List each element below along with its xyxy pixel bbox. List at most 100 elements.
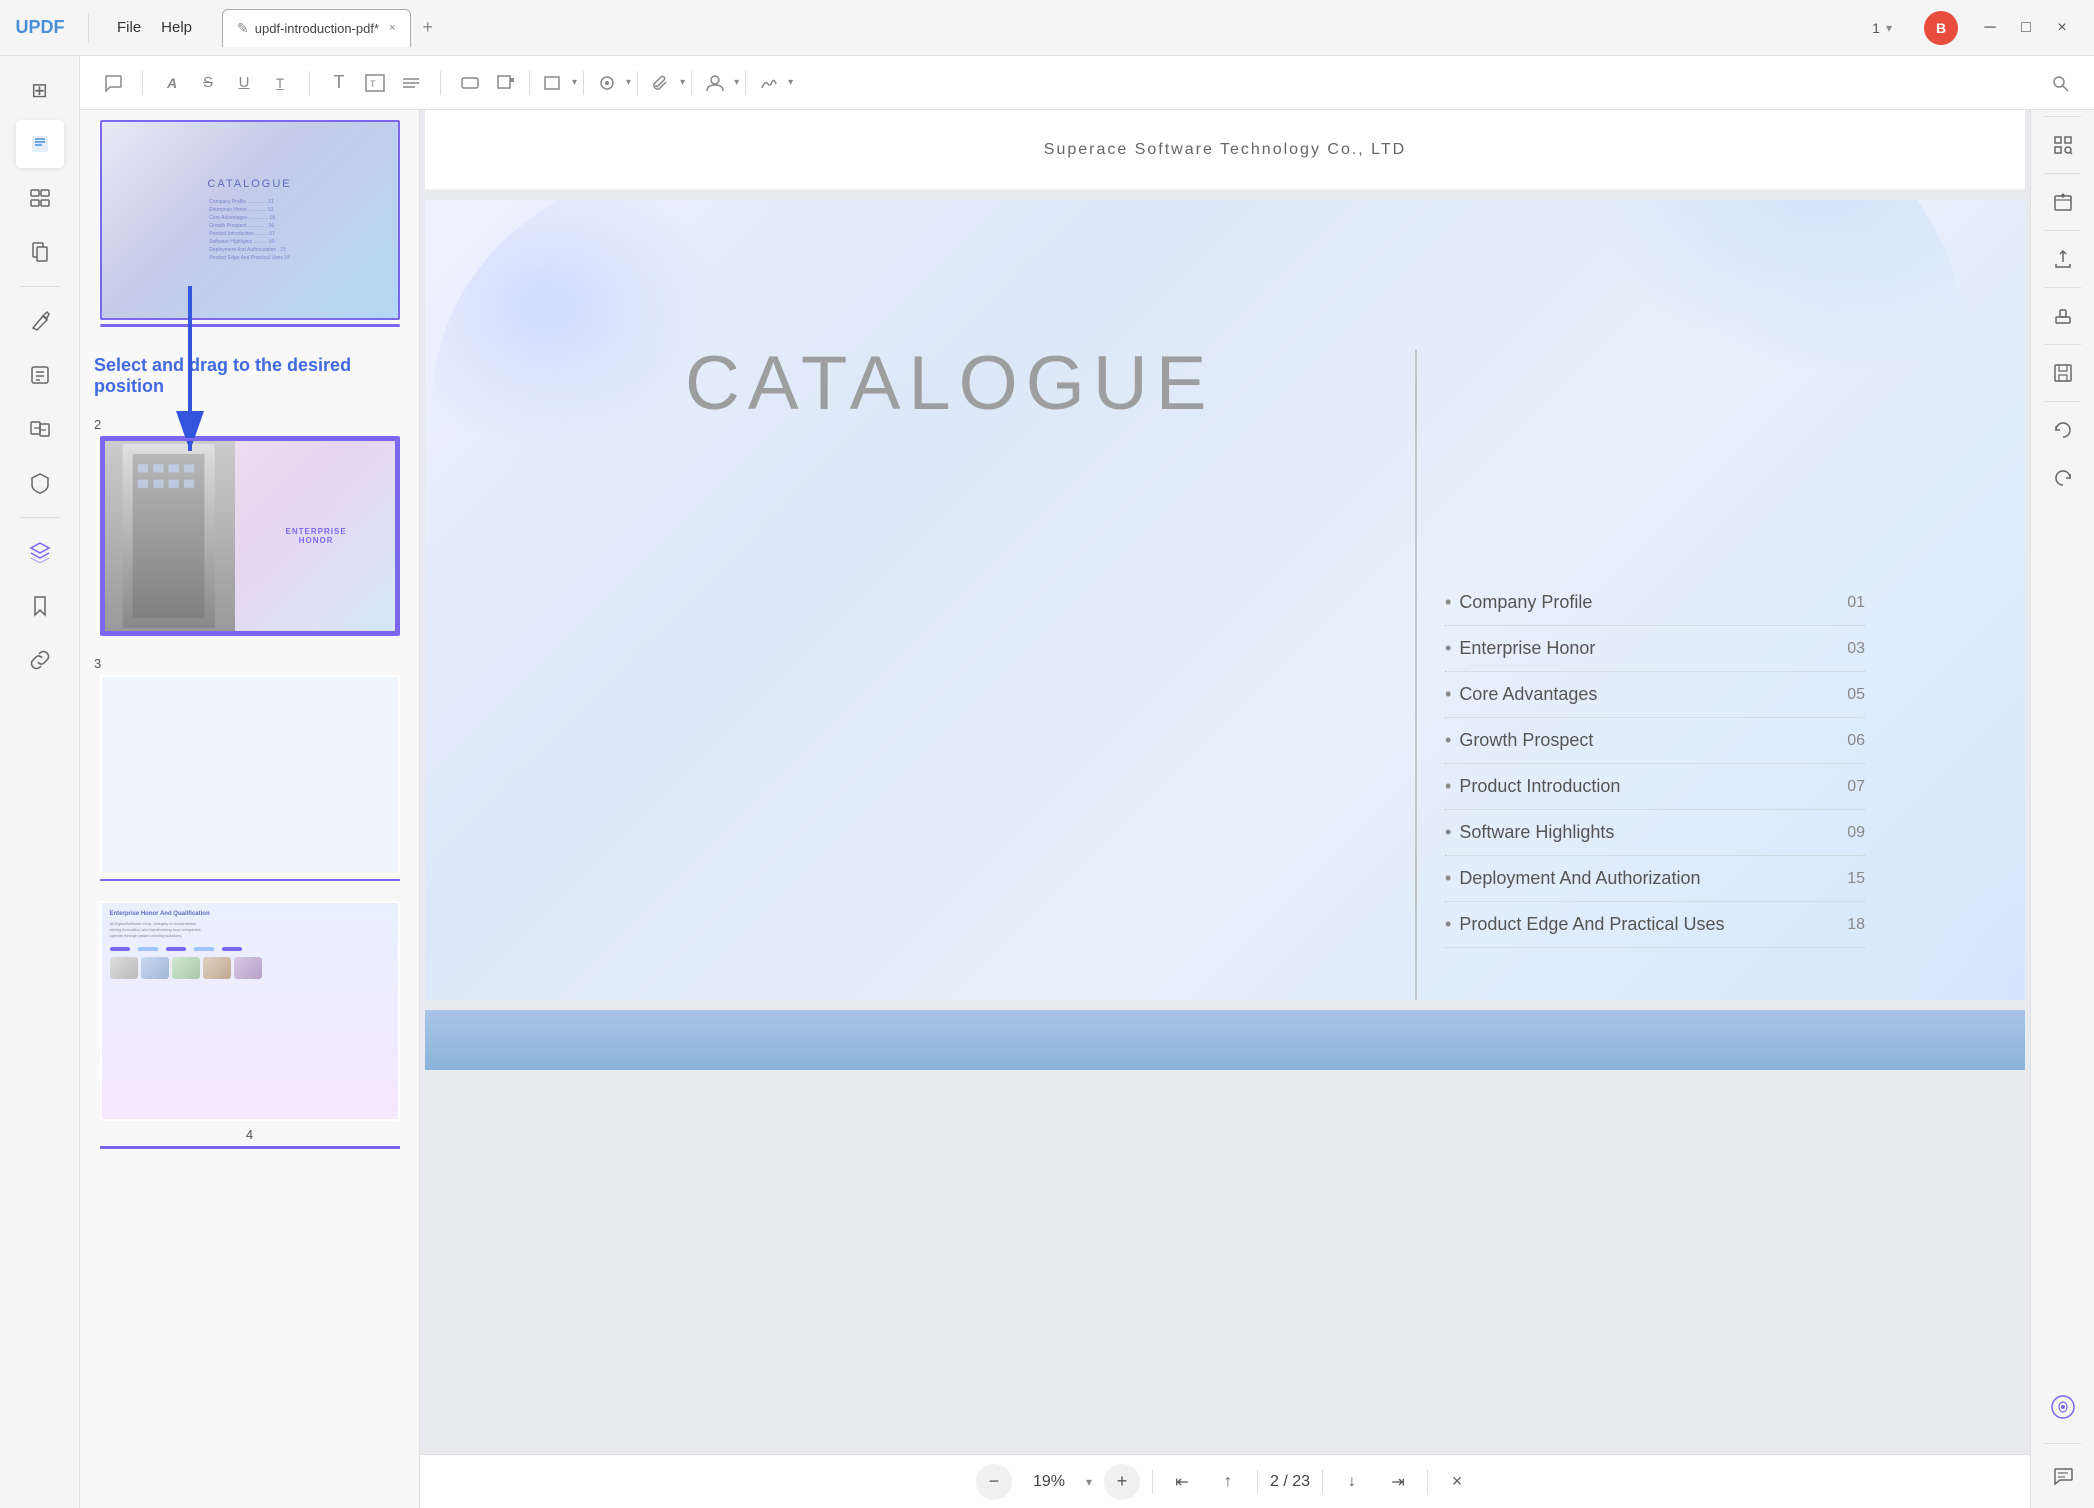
close-window-button[interactable]: × bbox=[2046, 12, 2078, 44]
minimize-button[interactable]: ─ bbox=[1974, 12, 2006, 44]
next-page-button[interactable]: ↓ bbox=[1335, 1465, 1369, 1499]
thumbnail-item-4: Enterprise Honor And Qualification At Di… bbox=[90, 901, 409, 1149]
thumb4-page-num: 4 bbox=[246, 1127, 253, 1142]
sidebar-annotate-icon[interactable] bbox=[16, 120, 64, 168]
underline2-tool-button[interactable]: T̲ bbox=[263, 66, 297, 100]
new-tab-button[interactable]: + bbox=[415, 13, 442, 42]
user-dropdown-icon[interactable]: ▾ bbox=[734, 77, 739, 88]
user-tool-button[interactable] bbox=[698, 66, 732, 100]
sidebar-forms-icon[interactable] bbox=[16, 351, 64, 399]
page-nav: 1 ▾ bbox=[1856, 20, 1908, 36]
sidebar-layers-icon[interactable] bbox=[16, 528, 64, 576]
drag-text: Select and drag to the desired position bbox=[94, 355, 351, 396]
right-sep-1 bbox=[2045, 116, 2081, 117]
pen-tool-button[interactable] bbox=[590, 66, 624, 100]
pen-dropdown-icon[interactable]: ▾ bbox=[626, 77, 631, 88]
thumbnail-item-1: CATALOGUE Company Profile ..............… bbox=[90, 120, 409, 327]
tab-close-button[interactable]: × bbox=[389, 22, 395, 34]
redo-right-icon[interactable] bbox=[2041, 456, 2085, 500]
thumbnail-2[interactable]: ENTERPRISEHONOR bbox=[100, 436, 400, 636]
sidebar-pages-icon[interactable] bbox=[16, 228, 64, 276]
zoom-dropdown-icon[interactable]: ▾ bbox=[1086, 1475, 1092, 1489]
bullet-icon: • bbox=[1445, 638, 1451, 659]
sidebar-protect-icon[interactable] bbox=[16, 459, 64, 507]
page-indicator: 2 / 23 bbox=[1270, 1473, 1310, 1491]
zoom-out-button[interactable]: − bbox=[976, 1464, 1012, 1500]
comment-tool-button[interactable] bbox=[96, 66, 130, 100]
thumb4-progress bbox=[100, 1146, 400, 1149]
app-logo: UPDF bbox=[0, 17, 80, 38]
textbox-tool-button[interactable]: T bbox=[358, 66, 392, 100]
active-tab[interactable]: ✎ updf-introduction-pdf* × bbox=[222, 9, 410, 47]
thumb4-timeline bbox=[110, 947, 390, 951]
signature-tool-button[interactable] bbox=[752, 66, 786, 100]
ai-right-icon[interactable] bbox=[2041, 1385, 2085, 1429]
thumb3-page-num: 3 bbox=[90, 656, 101, 671]
sidebar-edit-icon[interactable] bbox=[16, 297, 64, 345]
underline-tool-button[interactable]: U bbox=[227, 66, 261, 100]
nav-dropdown-icon[interactable]: ▾ bbox=[1886, 21, 1892, 35]
thumb4-text: At DigitalSoftware Corp., integrity is f… bbox=[110, 921, 390, 939]
right-sep-5 bbox=[2045, 344, 2081, 345]
attach-dropdown-icon[interactable]: ▾ bbox=[680, 77, 685, 88]
catalogue-title: CATALOGUE bbox=[685, 340, 1214, 427]
thumbnail-3[interactable] bbox=[100, 675, 400, 875]
thumb4-badges bbox=[110, 957, 390, 979]
thumb3-bg bbox=[102, 677, 398, 873]
right-sep-4 bbox=[2045, 287, 2081, 288]
list-tool-button[interactable] bbox=[394, 66, 428, 100]
maximize-button[interactable]: □ bbox=[2010, 12, 2042, 44]
thumb2-building bbox=[102, 438, 235, 634]
toolbar-sep-2 bbox=[309, 71, 310, 95]
right-sep-bottom bbox=[2045, 1443, 2081, 1444]
right-sep-2 bbox=[2045, 173, 2081, 174]
strikethrough-tool-button[interactable]: S bbox=[191, 66, 225, 100]
thumbnail-1[interactable]: CATALOGUE Company Profile ..............… bbox=[100, 120, 400, 320]
pdf-page-1-strip: Superace Software Technology Co., LTD bbox=[425, 110, 2025, 190]
signature-dropdown-icon[interactable]: ▾ bbox=[788, 77, 793, 88]
eraser-tool-button[interactable] bbox=[453, 66, 487, 100]
search-tool-button[interactable] bbox=[2044, 66, 2078, 100]
upload-right-icon[interactable] bbox=[2041, 237, 2085, 281]
scan-right-icon[interactable] bbox=[2041, 123, 2085, 167]
first-page-button[interactable]: ⇤ bbox=[1165, 1465, 1199, 1499]
shape-tool-button[interactable] bbox=[536, 66, 570, 100]
catalogue-list-item: • Core Advantages 05 bbox=[1445, 672, 1865, 718]
sidebar-organize-icon[interactable] bbox=[16, 174, 64, 222]
right-sep-3 bbox=[2045, 230, 2081, 231]
attach-tool-button[interactable] bbox=[644, 66, 678, 100]
text-tool-button[interactable]: T bbox=[322, 66, 356, 100]
window-controls: ─ □ × bbox=[1958, 12, 2094, 44]
sidebar-thumbnails-icon[interactable]: ⊞ bbox=[16, 66, 64, 114]
fill-tool-button[interactable] bbox=[489, 66, 523, 100]
bullet-icon: • bbox=[1445, 776, 1451, 797]
thumbnail-4[interactable]: Enterprise Honor And Qualification At Di… bbox=[100, 901, 400, 1121]
prev-page-button[interactable]: ↑ bbox=[1211, 1465, 1245, 1499]
last-page-button[interactable]: ⇥ bbox=[1381, 1465, 1415, 1499]
sidebar-bookmark-icon[interactable] bbox=[16, 582, 64, 630]
thumb2-bg: ENTERPRISEHONOR bbox=[102, 438, 398, 634]
highlight-tool-button[interactable]: A bbox=[155, 66, 189, 100]
zoom-in-button[interactable]: + bbox=[1104, 1464, 1140, 1500]
drag-instruction: Select and drag to the desired position bbox=[90, 347, 409, 397]
user-avatar[interactable]: B bbox=[1924, 11, 1958, 45]
extract-right-icon[interactable] bbox=[2041, 180, 2085, 224]
sidebar-separator-1 bbox=[20, 286, 60, 287]
catalogue-item-num: 09 bbox=[1847, 824, 1865, 842]
undo-right-icon[interactable] bbox=[2041, 408, 2085, 452]
chat-right-icon[interactable] bbox=[2041, 1454, 2085, 1498]
bullet-icon: • bbox=[1445, 592, 1451, 613]
help-menu[interactable]: Help bbox=[161, 19, 192, 36]
file-menu[interactable]: File bbox=[117, 19, 141, 36]
shape-dropdown-icon[interactable]: ▾ bbox=[572, 77, 577, 88]
toolbar-sep-6 bbox=[637, 71, 638, 95]
zoom-value: 19% bbox=[1024, 1473, 1074, 1491]
sidebar-convert-icon[interactable] bbox=[16, 405, 64, 453]
stamp-right-icon[interactable] bbox=[2041, 294, 2085, 338]
save-right-icon[interactable] bbox=[2041, 351, 2085, 395]
bullet-icon: • bbox=[1445, 914, 1451, 935]
toolbar-sep-3 bbox=[440, 71, 441, 95]
thumb1-bg: CATALOGUE Company Profile ..............… bbox=[102, 122, 398, 318]
sidebar-link-icon[interactable] bbox=[16, 636, 64, 684]
close-zoom-bar-button[interactable]: × bbox=[1440, 1465, 1474, 1499]
